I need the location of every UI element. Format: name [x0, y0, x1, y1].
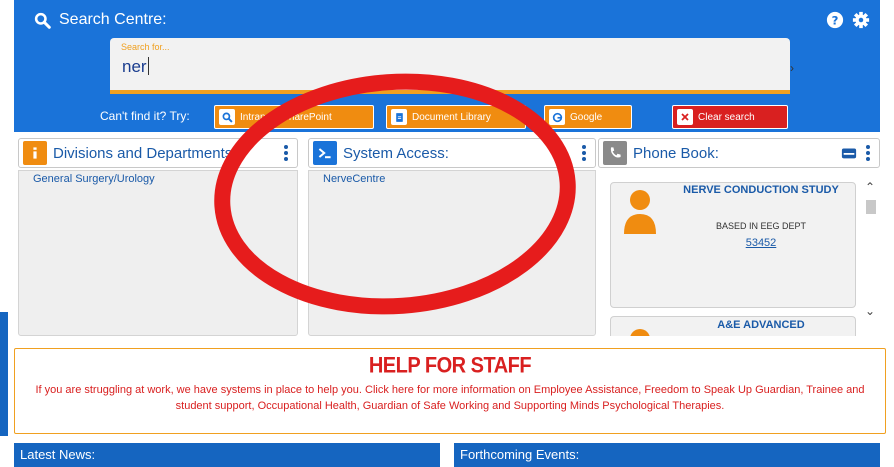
left-edge-accent [0, 312, 8, 436]
google-label: Google [570, 111, 603, 123]
phone-icon [603, 141, 627, 165]
card-phone-number[interactable]: 53452 [671, 237, 851, 249]
document-library-label: Document Library [412, 111, 491, 123]
help-icon[interactable]: ? [826, 11, 844, 29]
google-icon [549, 109, 565, 125]
top-icons: ? [826, 11, 870, 29]
search-icon [34, 12, 51, 29]
latest-news-header: Latest News: [14, 443, 440, 467]
search-title-label: Search Centre: [59, 11, 167, 28]
search-banner: Search Centre: ? Search for... ner › Can… [14, 0, 880, 132]
chevron-down-icon[interactable]: ⌄ [865, 304, 875, 318]
search-input[interactable]: Search for... ner › [110, 38, 794, 94]
info-icon [23, 141, 47, 165]
gear-icon[interactable] [852, 11, 870, 29]
document-icon [391, 109, 407, 125]
card-subtitle: BASED IN EEG DEPT [715, 221, 807, 231]
card-title: A&E ADVANCED [717, 319, 805, 331]
intranet-button-label: Intranet / SharePoint [240, 111, 332, 123]
help-for-staff-banner[interactable]: HELP FOR STAFF If you are struggling at … [14, 348, 886, 434]
close-icon [677, 109, 693, 125]
divisions-title: Divisions and Departments: [53, 144, 237, 162]
phone-panel-body: NERVE CONDUCTION STUDY BASED IN EEG DEPT… [598, 170, 880, 336]
phone-panel-header: Phone Book: [598, 138, 880, 168]
phone-card[interactable]: NERVE CONDUCTION STUDY BASED IN EEG DEPT… [610, 182, 856, 308]
google-button[interactable]: Google [544, 105, 632, 129]
kebab-icon[interactable] [283, 144, 289, 167]
document-library-button[interactable]: Document Library [386, 105, 526, 129]
clear-search-button[interactable]: Clear search [672, 105, 788, 129]
divisions-panel-body: General Surgery/Urology [18, 170, 298, 336]
clear-search-label: Clear search [698, 111, 755, 123]
division-link[interactable]: General Surgery/Urology [33, 173, 155, 185]
divisions-panel-header: Divisions and Departments: [18, 138, 298, 168]
scrollbar-thumb[interactable] [866, 200, 876, 214]
intranet-sharepoint-button[interactable]: Intranet / SharePoint [214, 105, 374, 129]
kebab-icon[interactable] [865, 144, 871, 167]
try-row: Can't find it? Try: Intranet / SharePoin… [14, 104, 880, 130]
phone-scrollbar[interactable]: ⌃ ⌄ [862, 178, 880, 334]
svg-text:?: ? [832, 14, 839, 28]
terminal-icon [313, 141, 337, 165]
person-icon [630, 329, 650, 336]
search-title: Search Centre: [34, 11, 167, 29]
system-title: System Access: [343, 144, 449, 162]
help-text: If you are struggling at work, we have s… [35, 384, 865, 412]
system-link[interactable]: NerveCentre [323, 173, 385, 185]
system-panel-header: System Access: [308, 138, 596, 168]
person-icon [624, 190, 656, 234]
system-panel-body: NerveCentre [308, 170, 596, 336]
search-icon [219, 109, 235, 125]
chevron-up-icon[interactable]: ⌃ [865, 180, 875, 194]
card-title: NERVE CONDUCTION STUDY [683, 184, 839, 196]
forthcoming-events-header: Forthcoming Events: [454, 443, 880, 467]
try-label: Can't find it? Try: [100, 109, 190, 123]
help-title: HELP FOR STAFF [368, 353, 532, 379]
search-placeholder: Search for... [121, 42, 170, 52]
phone-title: Phone Book: [633, 144, 719, 162]
chevron-right-icon[interactable]: › [790, 61, 794, 75]
card-icon[interactable] [841, 144, 857, 167]
kebab-icon[interactable] [581, 144, 587, 167]
search-value[interactable]: ner [122, 57, 149, 77]
phone-card[interactable]: A&E ADVANCED [610, 316, 856, 336]
